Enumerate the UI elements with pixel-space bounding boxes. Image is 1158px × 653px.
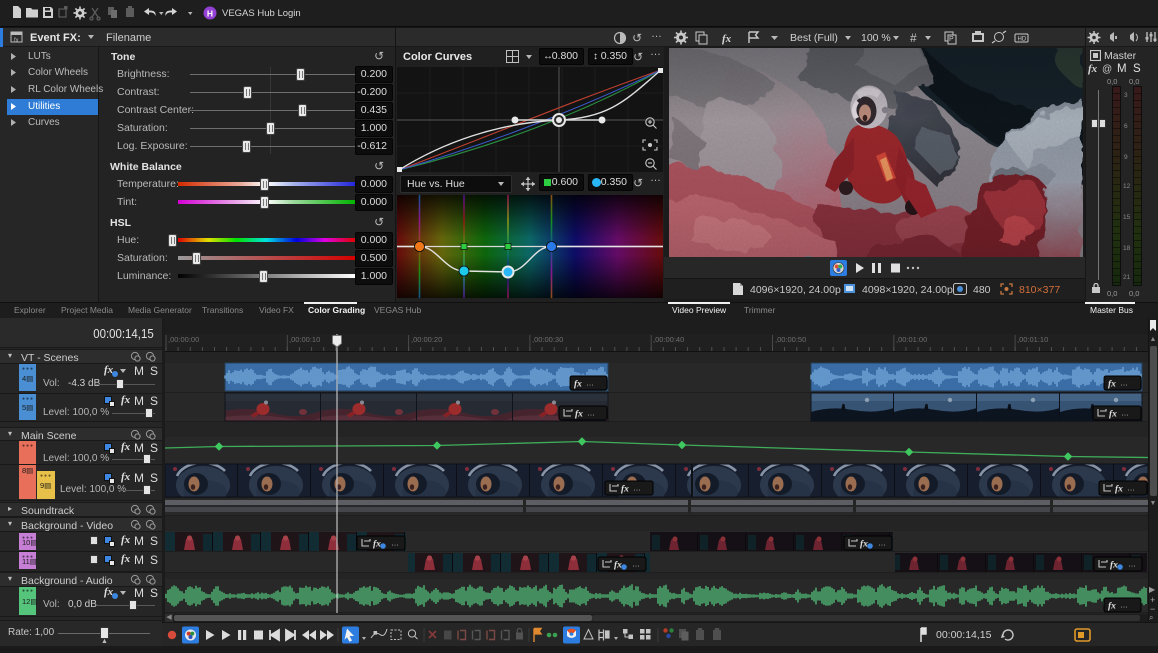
svg-text:fx: fx — [1108, 602, 1116, 612]
svg-text:fx: fx — [1115, 485, 1123, 495]
svg-text:fx: fx — [614, 561, 622, 571]
svg-text:fx: fx — [1108, 380, 1116, 390]
svg-text:…: … — [1120, 379, 1128, 388]
svg-text:…: … — [878, 539, 886, 548]
svg-text:HD: HD — [1018, 37, 1027, 43]
svg-text:,00:00:50: ,00:00:50 — [775, 335, 806, 344]
svg-text:,00:00:30: ,00:00:30 — [532, 335, 563, 344]
svg-text:fx: fx — [1110, 561, 1118, 571]
svg-text:fx: fx — [621, 485, 629, 495]
svg-text:…: … — [1120, 601, 1128, 610]
svg-text:,00:00:00: ,00:00:00 — [168, 335, 199, 344]
svg-text:fx: fx — [1109, 410, 1117, 420]
svg-text:…: … — [1121, 409, 1129, 418]
svg-text:,00:01:10: ,00:01:10 — [1017, 335, 1048, 344]
svg-text:,00:01:00: ,00:01:00 — [896, 335, 927, 344]
svg-text:fx: fx — [575, 410, 583, 420]
svg-text:…: … — [632, 560, 640, 569]
svg-text:…: … — [1128, 560, 1136, 569]
svg-text:fx: fx — [860, 540, 868, 550]
svg-text:…: … — [586, 379, 594, 388]
svg-text:fx: fx — [574, 380, 582, 390]
svg-text:fx: fx — [722, 33, 732, 45]
svg-text:H: H — [207, 9, 213, 19]
svg-text:…: … — [1127, 484, 1135, 493]
svg-text:…: … — [587, 409, 595, 418]
svg-text:,00:00:10: ,00:00:10 — [289, 335, 320, 344]
svg-text:fx: fx — [373, 540, 381, 550]
svg-text:…: … — [633, 484, 641, 493]
svg-text:,00:00:40: ,00:00:40 — [653, 335, 684, 344]
svg-text:…: … — [391, 539, 399, 548]
svg-text:,00:00:20: ,00:00:20 — [411, 335, 442, 344]
svg-text:fx: fx — [14, 38, 19, 44]
svg-text:P: P — [949, 36, 954, 43]
